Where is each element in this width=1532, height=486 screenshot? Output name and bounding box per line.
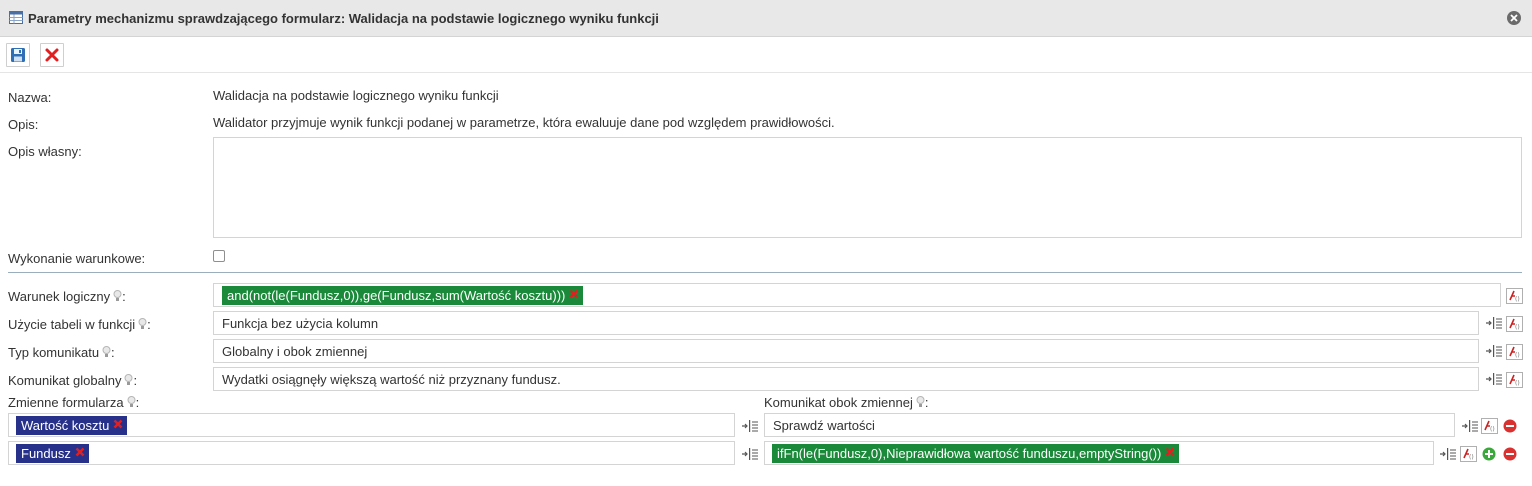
cancel-button[interactable] [40, 43, 64, 67]
global-message-label: Komunikat globalny: [8, 373, 137, 389]
form-variables-colon: : [135, 395, 140, 410]
hint-bulb-icon[interactable] [916, 396, 925, 411]
remove-x-icon[interactable] [113, 419, 123, 429]
insert-variable-icon[interactable] [1440, 448, 1456, 463]
own-description-textarea[interactable] [213, 137, 1522, 238]
message-type-value: Globalny i obok zmiennej [222, 344, 368, 359]
remove-x-icon[interactable] [1165, 447, 1175, 457]
hint-bulb-icon[interactable] [138, 318, 147, 333]
svg-text:(): () [1515, 352, 1520, 359]
insert-variable-icon[interactable] [742, 448, 758, 463]
insert-variable-icon[interactable] [1486, 317, 1502, 332]
table-usage-colon: : [147, 317, 151, 332]
description-value: Walidator przyjmuje wynik funkcji podane… [213, 115, 835, 130]
message-type-field[interactable]: Globalny i obok zmiennej [213, 339, 1479, 363]
name-value: Walidacja na podstawie logicznego wyniku… [213, 88, 499, 103]
function-editor-icon[interactable]: () [1481, 418, 1498, 437]
remove-x-icon[interactable] [569, 289, 579, 299]
description-label: Opis: [8, 117, 39, 132]
global-message-label-text: Komunikat globalny [8, 373, 122, 388]
save-button[interactable] [6, 43, 30, 67]
own-description-label: Opis własny: [8, 144, 82, 159]
remove-row-icon[interactable] [1503, 419, 1517, 436]
logic-condition-field[interactable]: and(not(le(Fundusz,0)),ge(Fundusz,sum(Wa… [213, 283, 1501, 307]
window-title: Parametry mechanizmu sprawdzającego form… [28, 11, 659, 26]
near-variable-message-label-text: Komunikat obok zmiennej [764, 395, 913, 410]
near-variable-message-colon: : [924, 395, 929, 410]
conditional-execution-label: Wykonanie warunkowe: [8, 251, 146, 266]
function-chip[interactable]: and(not(le(Fundusz,0)),ge(Fundusz,sum(Wa… [222, 286, 584, 305]
form-variables-label: Zmienne formularza: [8, 395, 139, 411]
remove-row-icon[interactable] [1503, 447, 1517, 464]
function-chip[interactable]: ifFn(le(Fundusz,0),Nieprawidłowa wartość… [772, 444, 1180, 463]
table-usage-field[interactable]: Funkcja bez użycia kolumn [213, 311, 1479, 335]
hint-bulb-icon[interactable] [127, 396, 136, 411]
svg-text:(): () [1490, 426, 1495, 433]
svg-text:(): () [1515, 296, 1520, 303]
form-variables-label-text: Zmienne formularza [8, 395, 124, 410]
table-usage-label-text: Użycie tabeli w funkcji [8, 317, 136, 332]
message-type-colon: : [111, 345, 115, 360]
global-message-field[interactable]: Wydatki osiągnęły większą wartość niż pr… [213, 367, 1479, 391]
variable-field[interactable]: Fundusz [8, 441, 735, 465]
function-chip-text: and(not(le(Fundusz,0)),ge(Fundusz,sum(Wa… [227, 288, 566, 303]
function-editor-icon[interactable]: () [1506, 288, 1523, 307]
insert-variable-icon[interactable] [742, 420, 758, 435]
function-editor-icon[interactable]: () [1506, 316, 1523, 335]
message-type-label-text: Typ komunikatu [8, 345, 100, 360]
table-usage-label: Użycie tabeli w funkcji: [8, 317, 151, 333]
hint-bulb-icon[interactable] [113, 290, 122, 305]
title-bar: Parametry mechanizmu sprawdzającego form… [0, 0, 1532, 37]
section-divider [8, 272, 1522, 273]
function-chip-text: ifFn(le(Fundusz,0),Nieprawidłowa wartość… [777, 446, 1162, 461]
conditional-execution-checkbox[interactable] [213, 250, 225, 262]
logic-condition-label: Warunek logiczny: [8, 289, 126, 305]
message-type-label: Typ komunikatu: [8, 345, 115, 361]
window-table-icon [9, 11, 23, 27]
add-row-icon[interactable] [1482, 447, 1496, 464]
function-editor-icon[interactable]: () [1460, 446, 1477, 465]
function-editor-icon[interactable]: () [1506, 344, 1523, 363]
svg-text:(): () [1515, 380, 1520, 387]
insert-variable-icon[interactable] [1486, 345, 1502, 360]
global-message-value: Wydatki osiągnęły większą wartość niż pr… [222, 372, 561, 387]
variable-chip[interactable]: Fundusz [16, 444, 89, 463]
near-message-field[interactable]: Sprawdź wartości [764, 413, 1455, 437]
global-message-colon: : [133, 373, 138, 388]
near-message-value: Sprawdź wartości [773, 418, 875, 433]
svg-text:(): () [1515, 324, 1520, 331]
close-icon[interactable] [1506, 10, 1522, 29]
table-usage-value: Funkcja bez użycia kolumn [222, 316, 379, 331]
variable-chip[interactable]: Wartość kosztu [16, 416, 128, 435]
function-editor-icon[interactable]: () [1506, 372, 1523, 391]
variable-field[interactable]: Wartość kosztu [8, 413, 735, 437]
logic-condition-label-text: Warunek logiczny [8, 289, 111, 304]
insert-variable-icon[interactable] [1486, 373, 1502, 388]
variable-chip-text: Fundusz [21, 446, 71, 461]
near-message-field[interactable]: ifFn(le(Fundusz,0),Nieprawidłowa wartość… [764, 441, 1434, 465]
save-icon [11, 48, 25, 62]
insert-variable-icon[interactable] [1462, 420, 1478, 435]
svg-text:(): () [1469, 454, 1474, 461]
toolbar [0, 37, 1532, 73]
remove-x-icon[interactable] [75, 447, 85, 457]
cancel-icon [45, 48, 59, 62]
name-label: Nazwa: [8, 90, 52, 105]
near-variable-message-label: Komunikat obok zmiennej: [764, 395, 928, 411]
logic-condition-colon: : [122, 289, 126, 304]
hint-bulb-icon[interactable] [102, 346, 111, 361]
variable-chip-text: Wartość kosztu [21, 418, 110, 433]
